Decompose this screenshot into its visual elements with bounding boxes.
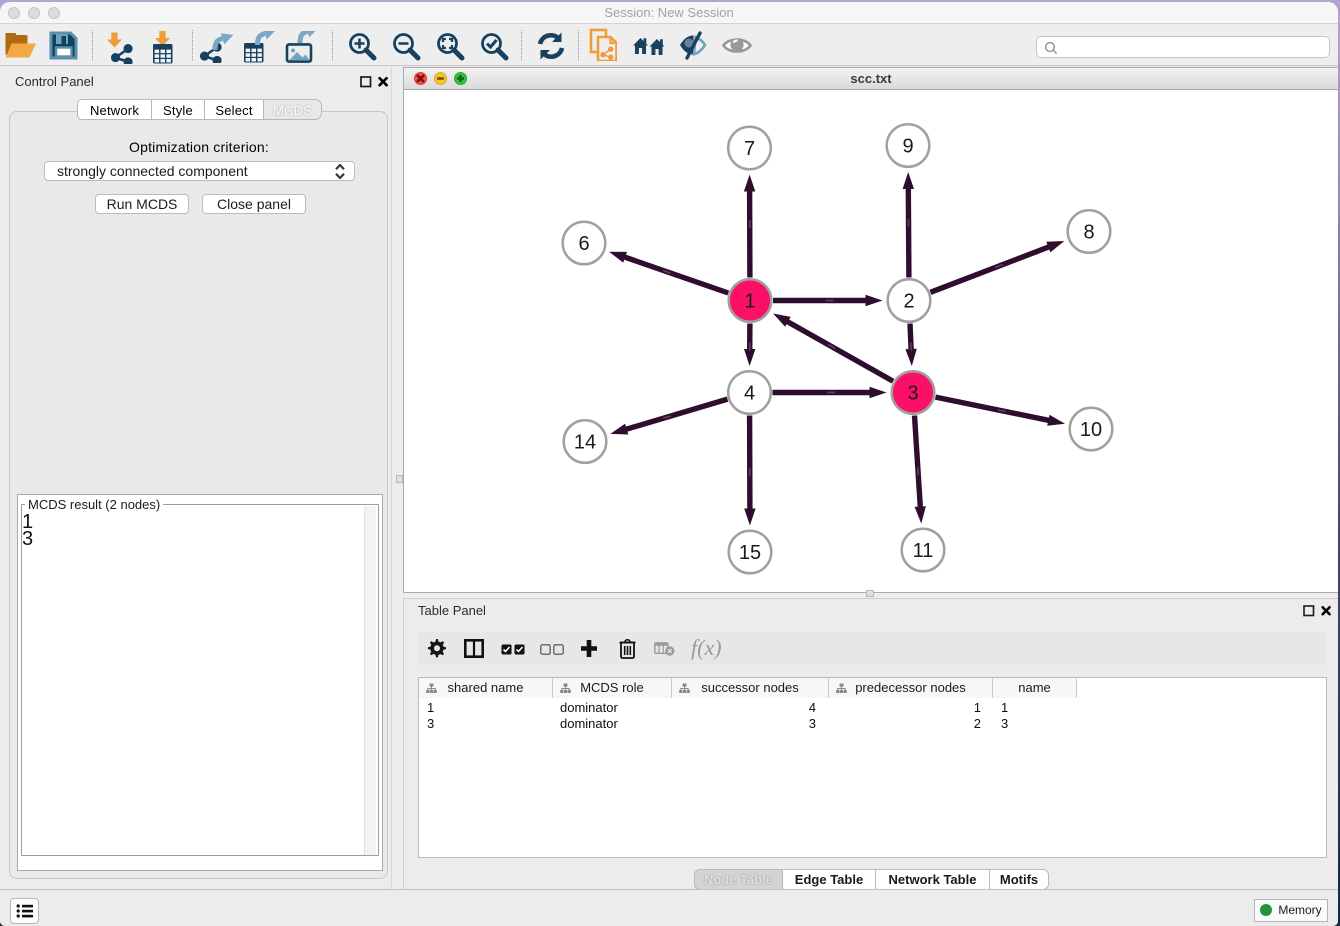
svg-text:1: 1 <box>744 291 755 313</box>
svg-text:6: 6 <box>578 233 589 255</box>
svg-text:15: 15 <box>739 542 761 564</box>
svg-text:7: 7 <box>744 138 755 160</box>
svg-text:14: 14 <box>574 432 596 454</box>
svg-text:3: 3 <box>907 383 918 405</box>
svg-text:10: 10 <box>1080 419 1102 441</box>
svg-text:9: 9 <box>902 136 913 158</box>
svg-text:4: 4 <box>744 383 755 405</box>
svg-text:8: 8 <box>1083 222 1094 244</box>
svg-text:2: 2 <box>903 291 914 313</box>
svg-text:11: 11 <box>913 540 934 562</box>
